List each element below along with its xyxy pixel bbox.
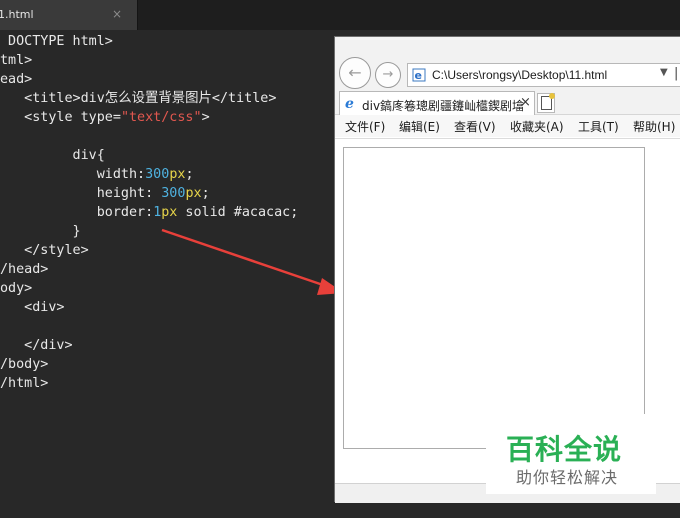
code-token: /body>	[0, 357, 49, 372]
code-token: div{	[0, 148, 105, 163]
code-line[interactable]: <style type="text/css">	[0, 108, 210, 127]
browser-nav-area: ← → e C:\Users\rongsy\Desktop\11.html ▼ …	[335, 37, 680, 89]
code-token: px	[161, 205, 178, 220]
code-line[interactable]: </style>	[0, 241, 89, 260]
close-icon[interactable]: ×	[112, 7, 122, 21]
browser-tab-title: div鎬庝箞璁剧疆鑳屾櫙鍥剧墖	[362, 99, 525, 113]
code-line[interactable]: }	[0, 222, 81, 241]
code-line[interactable]: border:1px solid #acacac;	[0, 203, 299, 222]
code-area[interactable]: DOCTYPE html> tml> ead> <title>div怎么设置背景图片…	[0, 32, 334, 518]
code-token: solid #acacac;	[177, 205, 299, 220]
code-token: ;	[201, 186, 210, 201]
menu-favorites[interactable]: 收藏夹(A)	[510, 118, 564, 135]
code-token: <title>div怎么设置背景图片</title>	[0, 91, 277, 106]
code-line[interactable]: ead>	[0, 70, 32, 89]
watermark: 百科全说 助你轻松解决	[486, 414, 656, 494]
separator-icon: |	[674, 66, 679, 81]
browser-tab-row: e div鎬庝箞璁剧疆鑳屾櫙鍥剧墖 ×	[335, 89, 680, 115]
code-token: px	[185, 186, 202, 201]
menu-file[interactable]: 文件(F)	[345, 118, 385, 135]
code-token: </style>	[0, 243, 89, 258]
code-line[interactable]: ody>	[0, 279, 32, 298]
code-token: DOCTYPE html>	[0, 34, 113, 49]
forward-arrow-icon: →	[382, 67, 394, 82]
code-line[interactable]: div{	[0, 146, 105, 165]
code-line[interactable]: /html>	[0, 374, 48, 393]
code-line[interactable]: DOCTYPE html>	[0, 32, 113, 51]
code-line[interactable]: height: 300px;	[0, 184, 210, 203]
code-token: width:	[0, 167, 146, 182]
code-line[interactable]: <title>div怎么设置背景图片</title>	[0, 89, 276, 108]
svg-text:e: e	[345, 96, 354, 110]
code-line[interactable]: /body>	[0, 355, 48, 374]
code-token: tml>	[0, 53, 33, 68]
code-line[interactable]: /head>	[0, 260, 48, 279]
code-line[interactable]: width:300px;	[0, 165, 194, 184]
rendered-div-box	[343, 147, 645, 449]
chevron-down-icon[interactable]: ▼	[660, 67, 668, 78]
code-token: }	[0, 224, 81, 239]
menu-tools[interactable]: 工具(T)	[578, 118, 619, 135]
tab-close-icon[interactable]: ×	[520, 95, 531, 110]
back-button[interactable]: ←	[339, 57, 371, 89]
code-token: ;	[185, 167, 194, 182]
new-tab-icon	[541, 93, 555, 110]
code-token: >	[201, 110, 210, 125]
editor-tab-bar: 1.html ×	[0, 0, 680, 30]
code-token: 300	[161, 186, 186, 201]
forward-button[interactable]: →	[375, 62, 401, 88]
code-token: <div>	[0, 300, 65, 315]
svg-text:e: e	[415, 69, 422, 82]
editor-tab-label: 1.html	[0, 8, 34, 21]
code-line[interactable]: <div>	[0, 298, 65, 317]
code-token: ead>	[0, 72, 33, 87]
address-text[interactable]: C:\Users\rongsy\Desktop\11.html	[432, 68, 607, 82]
menu-help[interactable]: 帮助(H)	[633, 118, 675, 135]
menu-bar: 文件(F) 编辑(E) 查看(V) 收藏夹(A) 工具(T) 帮助(H)	[335, 115, 680, 137]
ie-logo-icon: e	[345, 96, 354, 110]
code-token: /head>	[0, 262, 49, 277]
code-line[interactable]: tml>	[0, 51, 32, 70]
address-bar[interactable]: e C:\Users\rongsy\Desktop\11.html ▼ |	[407, 63, 680, 87]
code-token: ody>	[0, 281, 33, 296]
back-arrow-icon: ←	[348, 63, 362, 82]
code-token: <style type=	[0, 110, 121, 125]
code-token: 300	[145, 167, 170, 182]
code-token: border:	[0, 205, 154, 220]
watermark-title: 百科全说	[506, 433, 623, 466]
code-line[interactable]: </div>	[0, 336, 73, 355]
new-tab-button[interactable]	[537, 93, 555, 113]
code-token: height:	[0, 186, 162, 201]
editor-tab[interactable]: 1.html ×	[0, 0, 138, 30]
ie-page-icon: e	[412, 68, 426, 82]
watermark-subtitle: 助你轻松解决	[516, 468, 619, 487]
menu-edit[interactable]: 编辑(E)	[399, 118, 440, 135]
browser-tab[interactable]: e div鎬庝箞璁剧疆鑳屾櫙鍥剧墖 ×	[339, 91, 535, 115]
code-token: px	[169, 167, 186, 182]
code-token: </div>	[0, 338, 73, 353]
menu-view[interactable]: 查看(V)	[454, 118, 496, 135]
code-token: /html>	[0, 376, 49, 391]
code-token: "text/css"	[120, 110, 202, 125]
